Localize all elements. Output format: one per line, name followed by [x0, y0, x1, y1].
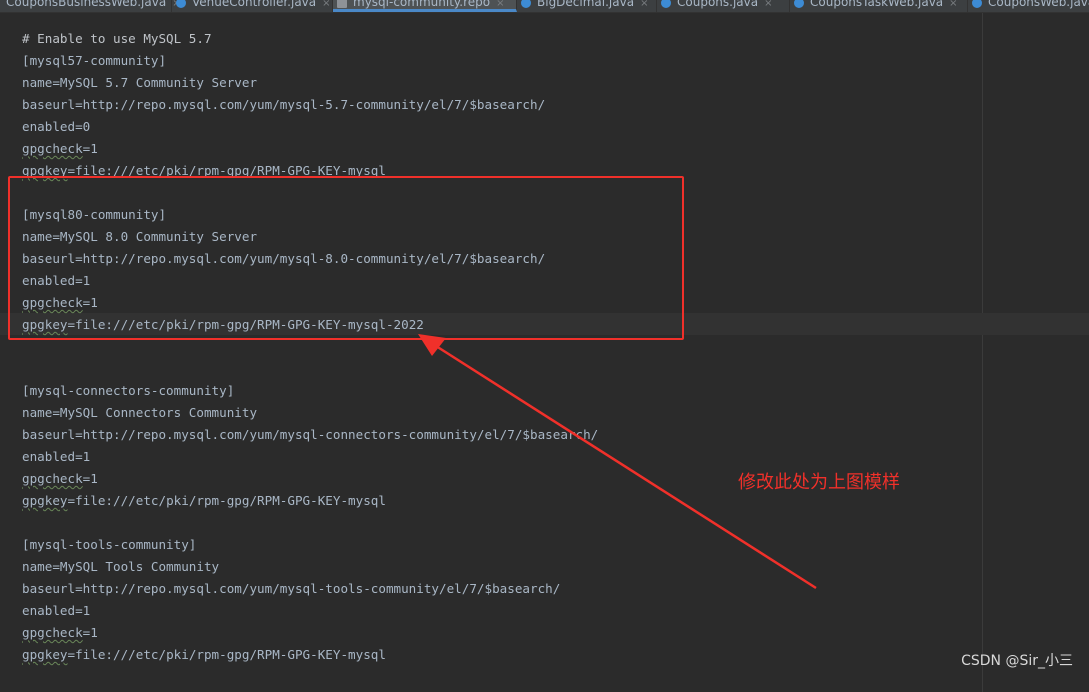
- csdn-watermark: CSDN @Sir_小三: [961, 653, 1073, 669]
- annotation-arrow-icon: [418, 334, 817, 590]
- annotation-label: 修改此处为上图模样: [738, 472, 900, 493]
